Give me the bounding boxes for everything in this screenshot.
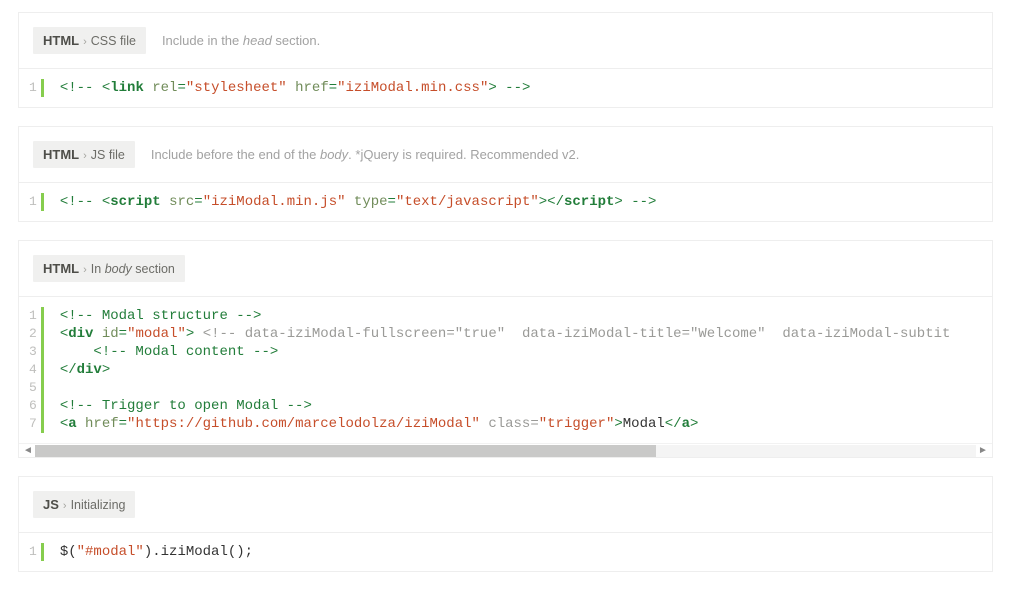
language-label: HTML <box>43 33 79 48</box>
code-panel: HTML›In body section1234567<!-- Modal st… <box>18 240 993 458</box>
chevron-right-icon: › <box>63 500 67 512</box>
code-line: <!-- <script src="iziModal.min.js" type=… <box>60 193 982 211</box>
line-number: 1 <box>29 79 37 97</box>
panel-header: HTML › JS file Include before the end of th… <box>19 127 992 182</box>
chevron-right-icon: › <box>83 264 87 276</box>
code-content[interactable]: <!-- <link rel="stylesheet" href="iziMod… <box>44 69 992 107</box>
code-line: <div id="modal"> <!-- data-iziModal-full… <box>60 325 982 343</box>
line-number: 1 <box>29 307 37 325</box>
code-block[interactable]: 1 <!-- <link rel="stylesheet" href="iziMo… <box>19 68 992 107</box>
chevron-right-icon: › <box>83 36 87 48</box>
header-note: Include before the end of the body. *jQu… <box>151 147 580 162</box>
code-content[interactable]: <!-- <script src="iziModal.min.js" type=… <box>44 183 992 221</box>
subsection-label: JS file <box>91 148 125 162</box>
scroll-thumb[interactable] <box>35 445 656 457</box>
language-tag: HTML › JS file <box>33 141 135 168</box>
code-line: $("#modal").iziModal(); <box>60 543 982 561</box>
line-number: 5 <box>29 379 37 397</box>
line-number: 6 <box>29 397 37 415</box>
line-number: 7 <box>29 415 37 433</box>
header-note: Include in the head section. <box>162 33 320 48</box>
subsection-label: Initializing <box>71 498 126 512</box>
line-number-gutter: 1 <box>19 183 41 221</box>
code-line <box>60 379 982 397</box>
panel-header: JS › Initializing <box>19 477 992 532</box>
line-number: 1 <box>29 543 37 561</box>
line-number: 3 <box>29 343 37 361</box>
panel-header: HTML › In body section <box>19 241 992 296</box>
scroll-right-icon[interactable]: ► <box>978 446 988 456</box>
horizontal-scrollbar[interactable]: ◄► <box>19 443 992 457</box>
code-panel: HTML › JS file Include before the end of th… <box>18 126 993 222</box>
code-block[interactable]: 1 <!-- <script src="iziModal.min.js" type… <box>19 182 992 221</box>
code-panel: HTML › CSS file Include in the head section… <box>18 12 993 108</box>
language-tag: JS › Initializing <box>33 491 135 518</box>
line-number-gutter: 1234567 <box>19 297 41 443</box>
code-line: <!-- Modal content --> <box>60 343 982 361</box>
subsection-label: CSS file <box>91 34 136 48</box>
chevron-right-icon: › <box>83 150 87 162</box>
code-panel: JS › Initializing 1 $("#modal").iziModal(); <box>18 476 993 572</box>
scroll-track[interactable] <box>35 445 976 457</box>
code-line: </div> <box>60 361 982 379</box>
code-line: <a href="https://github.com/marcelodolza… <box>60 415 982 433</box>
line-number-gutter: 1 <box>19 533 41 571</box>
subsection-label: In body section <box>91 262 175 276</box>
line-number: 1 <box>29 193 37 211</box>
code-line: <!-- Modal structure --> <box>60 307 982 325</box>
code-block[interactable]: 1 $("#modal").iziModal(); <box>19 532 992 571</box>
language-label: HTML <box>43 147 79 162</box>
language-tag: HTML › In body section <box>33 255 185 282</box>
line-number: 4 <box>29 361 37 379</box>
language-tag: HTML › CSS file <box>33 27 146 54</box>
code-content[interactable]: $("#modal").iziModal(); <box>44 533 992 571</box>
panel-header: HTML › CSS file Include in the head section… <box>19 13 992 68</box>
code-content[interactable]: <!-- Modal structure --><div id="modal">… <box>44 297 992 443</box>
line-number-gutter: 1 <box>19 69 41 107</box>
language-label: JS <box>43 497 59 512</box>
line-number: 2 <box>29 325 37 343</box>
scroll-left-icon[interactable]: ◄ <box>23 446 33 456</box>
code-line: <!-- <link rel="stylesheet" href="iziMod… <box>60 79 982 97</box>
language-label: HTML <box>43 261 79 276</box>
code-block[interactable]: 1234567<!-- Modal structure --><div id="… <box>19 296 992 443</box>
code-line: <!-- Trigger to open Modal --> <box>60 397 982 415</box>
